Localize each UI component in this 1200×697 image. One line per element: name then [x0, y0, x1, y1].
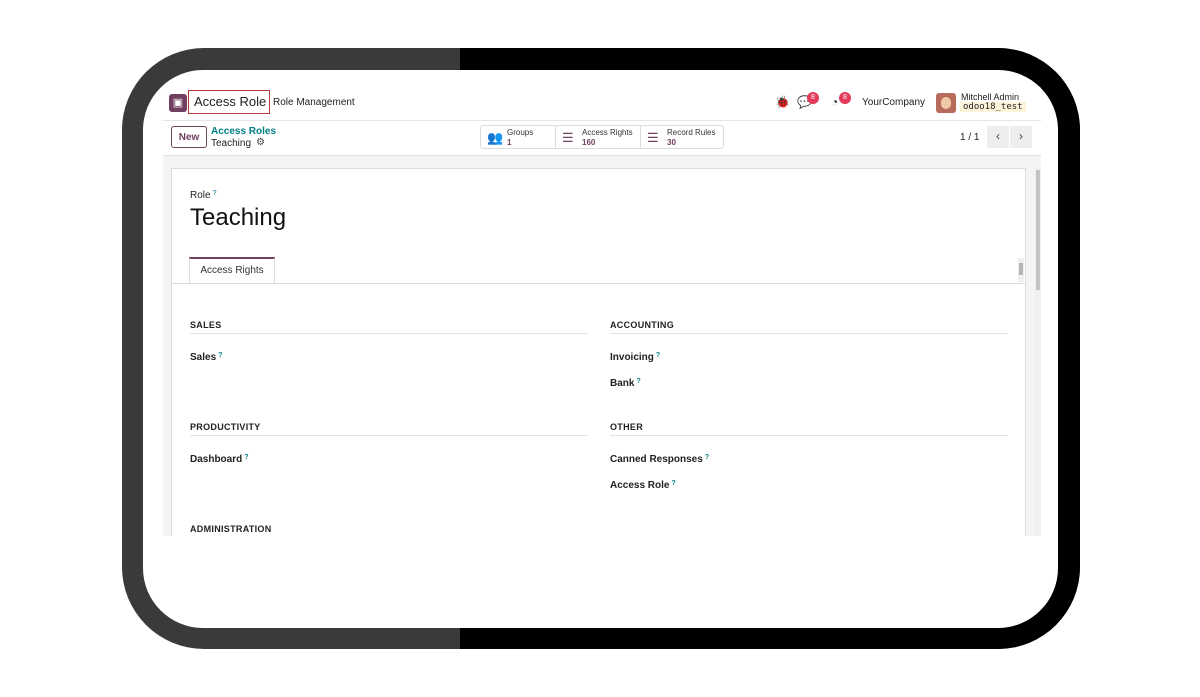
record-rules-stat-button[interactable]: ☰ Record Rules 30	[640, 125, 724, 149]
app-label: Invoicing?	[610, 352, 660, 363]
top-navbar: ▣ Access Role Role Management 🐞 💬 8 ◔ 8 …	[163, 86, 1041, 121]
stat-label: Record Rules	[667, 128, 716, 137]
help-tooltip-icon[interactable]: ?	[636, 378, 640, 385]
chevron-right-icon[interactable]: ›	[1010, 126, 1032, 148]
section-title: OTHER	[610, 422, 643, 432]
app-label-text: Bank	[610, 378, 635, 389]
users-icon: 👥	[487, 130, 504, 145]
help-tooltip-icon[interactable]: ?	[218, 352, 222, 359]
app-name-highlighted[interactable]: Access Role	[188, 90, 270, 114]
stat-label: Groups	[507, 128, 534, 137]
stat-label: Access Rights	[582, 128, 633, 137]
user-avatar[interactable]	[936, 93, 956, 113]
section-title: SALES	[190, 320, 222, 330]
help-tooltip-icon[interactable]: ?	[213, 190, 217, 197]
section-divider	[610, 435, 1008, 436]
section-title: ACCOUNTING	[610, 320, 674, 330]
help-tooltip-icon[interactable]: ?	[671, 480, 675, 487]
app-label-text: Dashboard	[190, 454, 243, 465]
groups-stat-button[interactable]: 👥 Groups 1	[480, 125, 556, 149]
user-name[interactable]: Mitchell Admin	[961, 92, 1019, 102]
section-divider	[190, 333, 588, 334]
database-name: odoo18_test	[960, 102, 1026, 112]
breadcrumb-parent-link[interactable]: Access Roles	[211, 126, 276, 137]
list-icon: ☰	[562, 130, 574, 145]
apps-menu-icon[interactable]: ▣	[169, 94, 187, 112]
app-label: Bank?	[610, 378, 641, 389]
app-label: Access Role?	[610, 480, 676, 491]
device-screen: ▣ Access Role Role Management 🐞 💬 8 ◔ 8 …	[143, 70, 1058, 628]
company-switcher[interactable]: YourCompany	[862, 97, 925, 108]
chat-count-badge: 8	[807, 92, 819, 104]
activity-count-badge: 8	[839, 92, 851, 104]
tab-access-rights[interactable]: Access Rights	[189, 257, 275, 284]
role-field-label: Role?	[190, 190, 216, 201]
section-divider	[190, 435, 588, 436]
menu-role-management[interactable]: Role Management	[273, 97, 355, 108]
list-icon: ☰	[647, 130, 659, 145]
access-rights-stat-button[interactable]: ☰ Access Rights 160	[555, 125, 641, 149]
app-label-text: Sales	[190, 352, 217, 363]
scrollbar-thumb[interactable]	[1019, 263, 1023, 275]
stat-value: 30	[667, 138, 676, 147]
pager-value[interactable]: 1 / 1	[960, 132, 979, 143]
app-label: Dashboard?	[190, 454, 249, 465]
new-button[interactable]: New	[171, 126, 207, 148]
role-name-input[interactable]: Teaching	[190, 204, 286, 232]
app-label-text: Canned Responses	[610, 454, 703, 465]
app-label-text: Access Role	[610, 480, 670, 491]
role-label-text: Role	[190, 190, 211, 201]
breadcrumb-current: Teaching	[211, 138, 252, 149]
tab-divider	[172, 283, 1025, 284]
inner-scrollbar[interactable]	[1018, 258, 1024, 282]
odoo-window: ▣ Access Role Role Management 🐞 💬 8 ◔ 8 …	[163, 86, 1041, 536]
outer-scrollbar[interactable]	[1035, 168, 1041, 536]
app-label: Sales?	[190, 352, 222, 363]
debug-bug-icon[interactable]: 🐞	[775, 95, 790, 109]
stat-value: 1	[507, 138, 512, 147]
chevron-left-icon[interactable]: ‹	[987, 126, 1009, 148]
gear-icon[interactable]: ⚙	[256, 137, 265, 148]
activity-clock-icon[interactable]: ◔	[831, 95, 838, 109]
help-tooltip-icon[interactable]: ?	[656, 352, 660, 359]
stat-value: 160	[582, 138, 596, 147]
help-tooltip-icon[interactable]: ?	[705, 454, 709, 461]
app-label-text: Invoicing	[610, 352, 654, 363]
app-label: Canned Responses?	[610, 454, 709, 465]
help-tooltip-icon[interactable]: ?	[244, 454, 248, 461]
scrollbar-thumb[interactable]	[1036, 170, 1040, 290]
form-sheet	[171, 168, 1026, 536]
section-title: PRODUCTIVITY	[190, 422, 261, 432]
section-divider	[610, 333, 1008, 334]
section-title: ADMINISTRATION	[190, 524, 272, 534]
